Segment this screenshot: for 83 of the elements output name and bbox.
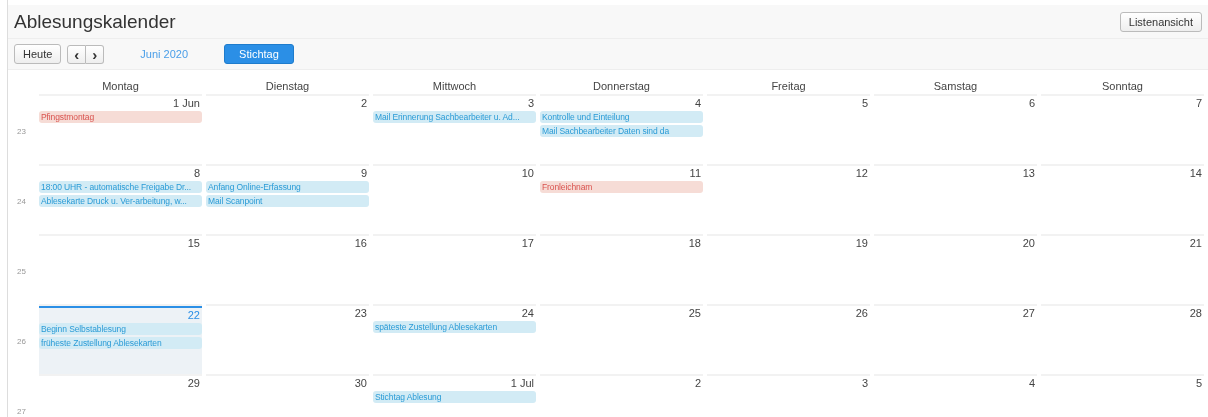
list-view-button[interactable]: Listenansicht xyxy=(1119,11,1202,32)
day-number: 2 xyxy=(694,376,702,389)
week-number: 23 xyxy=(17,126,26,136)
weekday-header: Dienstag xyxy=(206,70,369,96)
day-number: 22 xyxy=(187,308,201,321)
day-number: 1 Jun xyxy=(173,96,201,109)
day-cell[interactable]: 20 xyxy=(874,236,1037,306)
weekday-header: Mittwoch xyxy=(373,70,536,96)
day-cell[interactable]: 3 xyxy=(707,376,870,417)
day-number: 18 xyxy=(688,236,702,249)
page-title: Ablesungskalender xyxy=(14,10,176,33)
day-number: 2 xyxy=(360,96,368,109)
day-cell[interactable]: 16 xyxy=(206,236,369,306)
day-number: 16 xyxy=(354,236,368,249)
day-cell[interactable]: 5 xyxy=(707,96,870,166)
day-number: 14 xyxy=(1189,166,1203,179)
day-number: 6 xyxy=(1028,96,1036,109)
day-number: 25 xyxy=(688,306,702,319)
day-cell[interactable]: 29 xyxy=(39,376,202,417)
day-cell[interactable]: 10 xyxy=(373,166,536,236)
day-cell[interactable]: 23 xyxy=(206,306,369,376)
day-number: 7 xyxy=(1195,96,1203,109)
day-cell[interactable]: 11 Fronleichnam xyxy=(540,166,703,236)
weekday-header: Donnerstag xyxy=(540,70,703,96)
week-number: 24 xyxy=(17,196,26,206)
day-cell[interactable]: 1 Jul Stichtag Ablesung xyxy=(373,376,536,417)
day-number: 28 xyxy=(1189,306,1203,319)
day-cell[interactable]: 7 xyxy=(1041,96,1204,166)
day-number: 1 Jul xyxy=(510,376,535,389)
day-number: 27 xyxy=(1022,306,1036,319)
day-number: 4 xyxy=(1028,376,1036,389)
day-number: 17 xyxy=(521,236,535,249)
day-number: 29 xyxy=(187,376,201,389)
day-cell[interactable]: 4 xyxy=(874,376,1037,417)
next-button[interactable]: › xyxy=(86,44,105,64)
day-number: 8 xyxy=(193,166,201,179)
week-number: 25 xyxy=(17,266,26,276)
day-number: 15 xyxy=(187,236,201,249)
day-cell[interactable]: 18 xyxy=(540,236,703,306)
day-number: 20 xyxy=(1022,236,1036,249)
day-cell[interactable]: 1 Jun Pfingstmontag xyxy=(39,96,202,166)
day-number: 24 xyxy=(521,306,535,319)
week-number: 27 xyxy=(17,406,26,416)
day-number: 12 xyxy=(855,166,869,179)
day-number: 9 xyxy=(360,166,368,179)
day-number: 4 xyxy=(694,96,702,109)
day-cell[interactable]: 2 xyxy=(540,376,703,417)
day-number: 23 xyxy=(354,306,368,319)
day-cell[interactable]: 17 xyxy=(373,236,536,306)
day-cell[interactable]: 5 xyxy=(1041,376,1204,417)
day-number: 13 xyxy=(1022,166,1036,179)
day-number: 5 xyxy=(1195,376,1203,389)
day-number: 5 xyxy=(861,96,869,109)
day-cell[interactable]: 12 xyxy=(707,166,870,236)
weekday-header: Samstag xyxy=(874,70,1037,96)
day-cell[interactable]: 27 xyxy=(874,306,1037,376)
day-cell[interactable]: 30 xyxy=(206,376,369,417)
day-cell[interactable]: 14 xyxy=(1041,166,1204,236)
previous-button[interactable]: ‹ xyxy=(67,44,87,64)
day-number: 19 xyxy=(855,236,869,249)
day-number: 3 xyxy=(861,376,869,389)
day-cell[interactable]: 26 xyxy=(707,306,870,376)
day-cell[interactable]: 25 xyxy=(540,306,703,376)
day-cell[interactable]: 19 xyxy=(707,236,870,306)
day-cell[interactable]: 24 späteste Zustellung Ablesekarten xyxy=(373,306,536,376)
day-number: 11 xyxy=(689,166,702,179)
weekday-header: Sonntag xyxy=(1041,70,1204,96)
today-button[interactable]: Heute xyxy=(14,44,62,64)
day-cell[interactable]: 28 xyxy=(1041,306,1204,376)
weekday-header: Freitag xyxy=(707,70,870,96)
day-number: 10 xyxy=(521,166,535,179)
day-cell[interactable]: 13 xyxy=(874,166,1037,236)
week-number: 26 xyxy=(17,336,26,346)
day-cell[interactable]: 21 xyxy=(1041,236,1204,306)
day-number: 3 xyxy=(527,96,535,109)
month-label: Juni 2020 xyxy=(140,48,189,60)
weekday-header: Montag xyxy=(39,70,202,96)
day-number: 26 xyxy=(855,306,869,319)
day-cell[interactable]: 3 Mail Erinnerung Sachbearbeiter u. Ad... xyxy=(373,96,536,166)
day-number: 21 xyxy=(1189,236,1203,249)
day-cell[interactable]: 2 xyxy=(206,96,369,166)
day-cell[interactable]: 6 xyxy=(874,96,1037,166)
day-number: 30 xyxy=(354,376,368,389)
